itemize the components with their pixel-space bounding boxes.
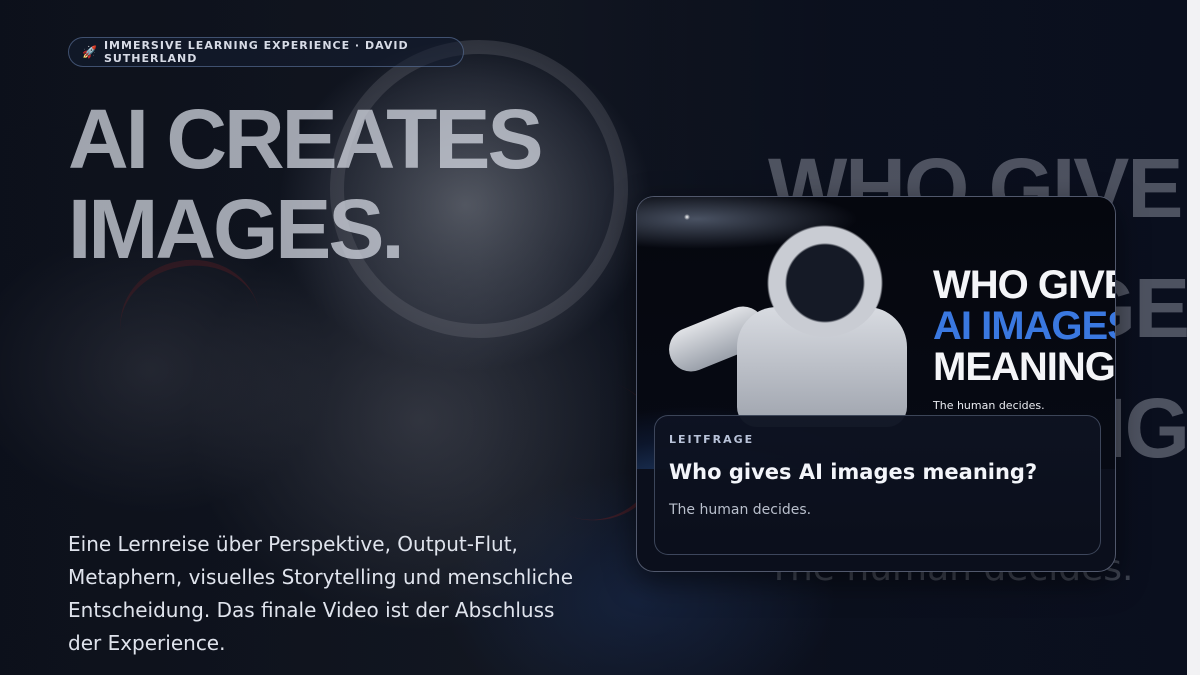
experience-badge: 🚀 IMMERSIVE LEARNING EXPERIENCE · DAVID … bbox=[68, 37, 464, 67]
guiding-question-card[interactable]: WHO GIVES AI IMAGES MEANING? The human d… bbox=[636, 196, 1116, 572]
poster-line-1: WHO GIVES bbox=[933, 263, 1115, 307]
rocket-icon: 🚀 bbox=[82, 45, 98, 59]
intro-text: Eine Lernreise über Perspektive, Output-… bbox=[68, 532, 574, 655]
scrollbar[interactable] bbox=[1187, 0, 1200, 675]
title-line-1: AI CREATES bbox=[68, 92, 543, 186]
card-kicker: LEITFRAGE bbox=[669, 433, 755, 446]
poster-headline: WHO GIVES AI IMAGES MEANING? bbox=[933, 263, 1116, 389]
poster-line-3: MEANING? bbox=[933, 345, 1115, 389]
badge-label: IMMERSIVE LEARNING EXPERIENCE · DAVID SU… bbox=[103, 39, 409, 65]
astronaut-helmet-shape bbox=[765, 217, 885, 337]
title-line-2: IMAGES. bbox=[68, 182, 405, 276]
poster-line-2: AI IMAGES bbox=[933, 304, 1116, 348]
card-info-panel: LEITFRAGE Who gives AI images meaning? T… bbox=[654, 415, 1101, 555]
page-title: AI CREATES IMAGES. bbox=[68, 92, 543, 276]
card-title: Who gives AI images meaning? bbox=[669, 460, 1038, 484]
poster-subtitle: The human decides. bbox=[933, 399, 1045, 412]
card-description: The human decides. bbox=[669, 502, 812, 518]
